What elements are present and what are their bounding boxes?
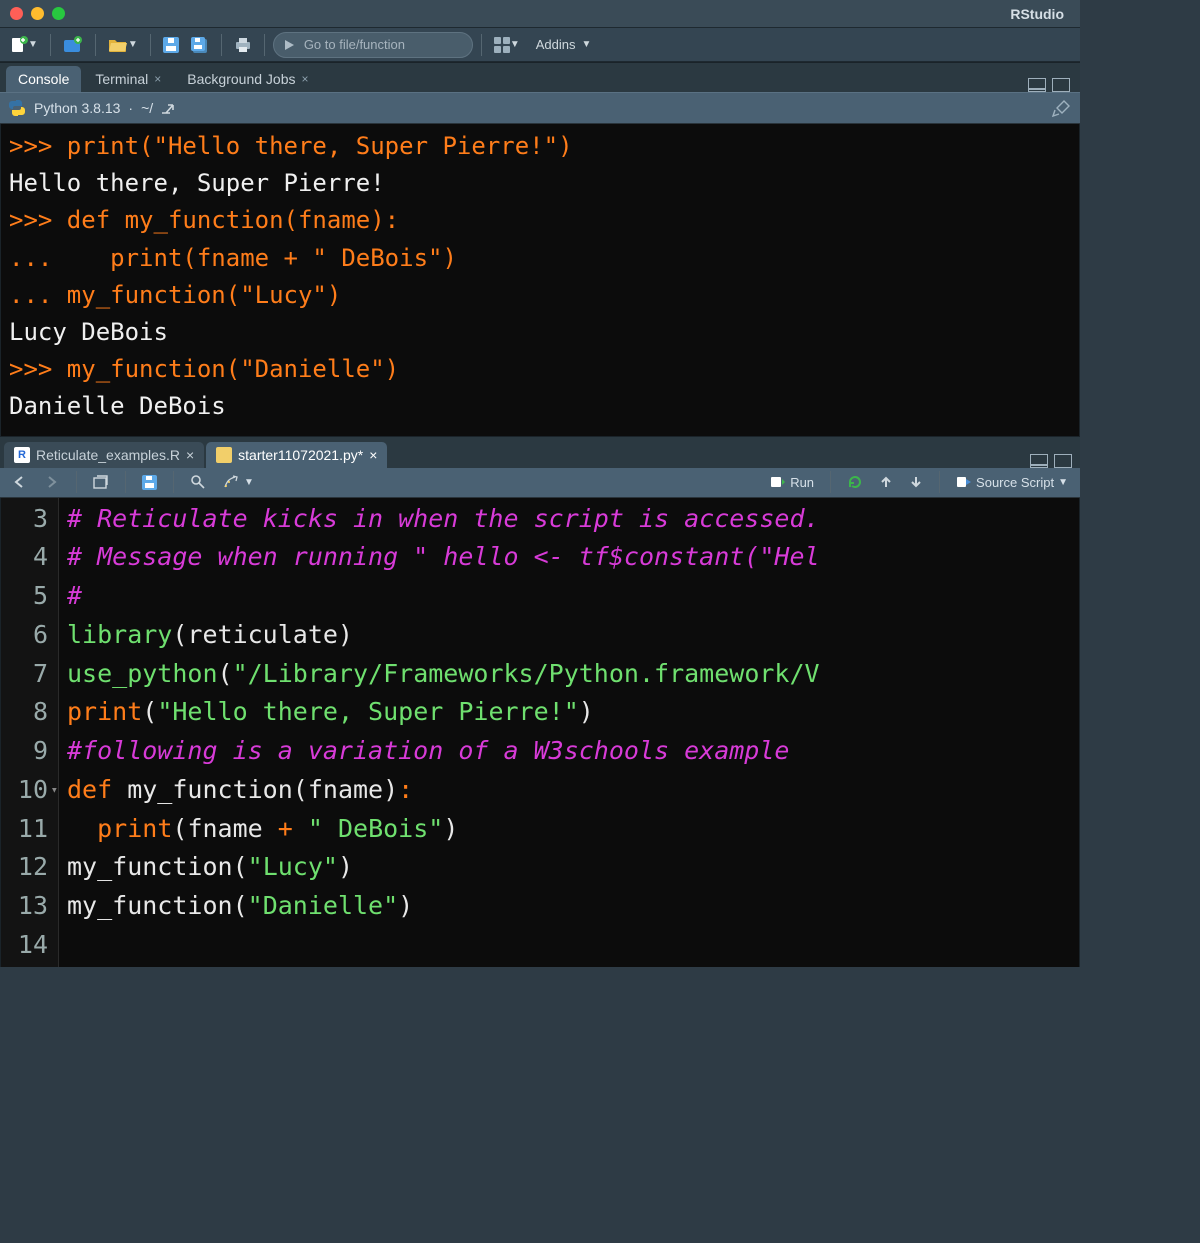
- line-number-gutter: 345678910▾11121314: [1, 498, 59, 967]
- chevron-down-icon: ▼: [28, 39, 38, 50]
- chevron-down-icon: ▼: [510, 39, 520, 50]
- file-tab[interactable]: starter11072021.py*×: [206, 442, 387, 468]
- editor-file-tabs: RReticulate_examples.R×starter11072021.p…: [0, 436, 1080, 468]
- zoom-window-button[interactable]: [52, 7, 65, 20]
- play-icon: [282, 38, 296, 52]
- panes-button[interactable]: ▼: [490, 33, 524, 57]
- divider: [221, 34, 222, 56]
- console-header: Python 3.8.13 · ~/: [0, 92, 1080, 124]
- addins-label: Addins: [536, 37, 576, 52]
- minimize-window-button[interactable]: [31, 7, 44, 20]
- find-button[interactable]: [186, 472, 210, 492]
- code-area[interactable]: # Reticulate kicks in when the script is…: [59, 498, 828, 967]
- maximize-pane-button[interactable]: [1052, 78, 1070, 92]
- open-file-button[interactable]: ▼: [104, 33, 142, 57]
- code-tools-button[interactable]: ▼: [218, 472, 258, 492]
- python-icon: [8, 99, 26, 117]
- divider: [264, 34, 265, 56]
- chevron-down-icon: ▼: [1058, 477, 1068, 488]
- divider: [481, 34, 482, 56]
- divider: [50, 34, 51, 56]
- goto-file-input[interactable]: Go to file/function: [273, 32, 473, 58]
- console-pane-tabs: ConsoleTerminal×Background Jobs×: [0, 62, 1080, 92]
- titlebar: RStudio: [0, 0, 1080, 28]
- console-output[interactable]: >>> print("Hello there, Super Pierre!") …: [0, 124, 1080, 436]
- grid-icon: [494, 37, 510, 53]
- new-project-button[interactable]: [59, 33, 87, 57]
- popout-icon[interactable]: [161, 102, 175, 114]
- pane-window-buttons: [1030, 454, 1076, 468]
- save-file-button[interactable]: [138, 473, 161, 492]
- console-tab-terminal[interactable]: Terminal×: [83, 66, 173, 92]
- main-toolbar: ▼ ▼ Go to file/function ▼ Addins ▼: [0, 28, 1080, 62]
- close-icon[interactable]: ×: [186, 447, 194, 463]
- run-button[interactable]: Run: [766, 473, 818, 492]
- close-window-button[interactable]: [10, 7, 23, 20]
- new-file-button[interactable]: ▼: [6, 33, 42, 57]
- console-sep: ·: [128, 100, 133, 116]
- close-icon[interactable]: ×: [369, 447, 377, 463]
- addins-menu[interactable]: Addins ▼: [528, 37, 600, 52]
- print-button[interactable]: [230, 33, 256, 57]
- close-icon[interactable]: ×: [301, 72, 308, 86]
- minimize-pane-button[interactable]: [1030, 454, 1048, 468]
- editor-body[interactable]: 345678910▾11121314 # Reticulate kicks in…: [0, 498, 1080, 967]
- broom-icon[interactable]: [1052, 99, 1072, 117]
- app-title: RStudio: [1010, 6, 1070, 22]
- maximize-pane-button[interactable]: [1054, 454, 1072, 468]
- rerun-button[interactable]: [843, 472, 867, 492]
- chevron-down-icon: ▼: [581, 39, 591, 50]
- go-down-button[interactable]: [905, 473, 927, 491]
- source-button[interactable]: Source Script ▼: [952, 473, 1072, 492]
- console-tab-console[interactable]: Console: [6, 66, 81, 92]
- nav-back-button[interactable]: [8, 473, 32, 491]
- go-up-button[interactable]: [875, 473, 897, 491]
- editor-toolbar: ▼ Run Source Script ▼: [0, 468, 1080, 498]
- show-in-new-window-button[interactable]: [89, 473, 113, 491]
- file-icon: [216, 447, 232, 463]
- goto-file-placeholder: Go to file/function: [304, 37, 405, 52]
- minimize-pane-button[interactable]: [1028, 78, 1046, 92]
- console-path: ~/: [141, 100, 153, 116]
- save-all-button[interactable]: [187, 33, 213, 57]
- close-icon[interactable]: ×: [154, 72, 161, 86]
- window-controls: [10, 7, 65, 20]
- divider: [150, 34, 151, 56]
- nav-forward-button[interactable]: [40, 473, 64, 491]
- run-label: Run: [790, 475, 814, 490]
- file-icon: R: [14, 447, 30, 463]
- divider: [95, 34, 96, 56]
- source-label: Source Script: [976, 475, 1054, 490]
- chevron-down-icon: ▼: [128, 39, 138, 50]
- pane-window-buttons: [1028, 78, 1074, 92]
- console-engine-label: Python 3.8.13: [34, 100, 120, 116]
- file-tab[interactable]: RReticulate_examples.R×: [4, 442, 204, 468]
- save-button[interactable]: [159, 33, 183, 57]
- console-tab-background-jobs[interactable]: Background Jobs×: [175, 66, 320, 92]
